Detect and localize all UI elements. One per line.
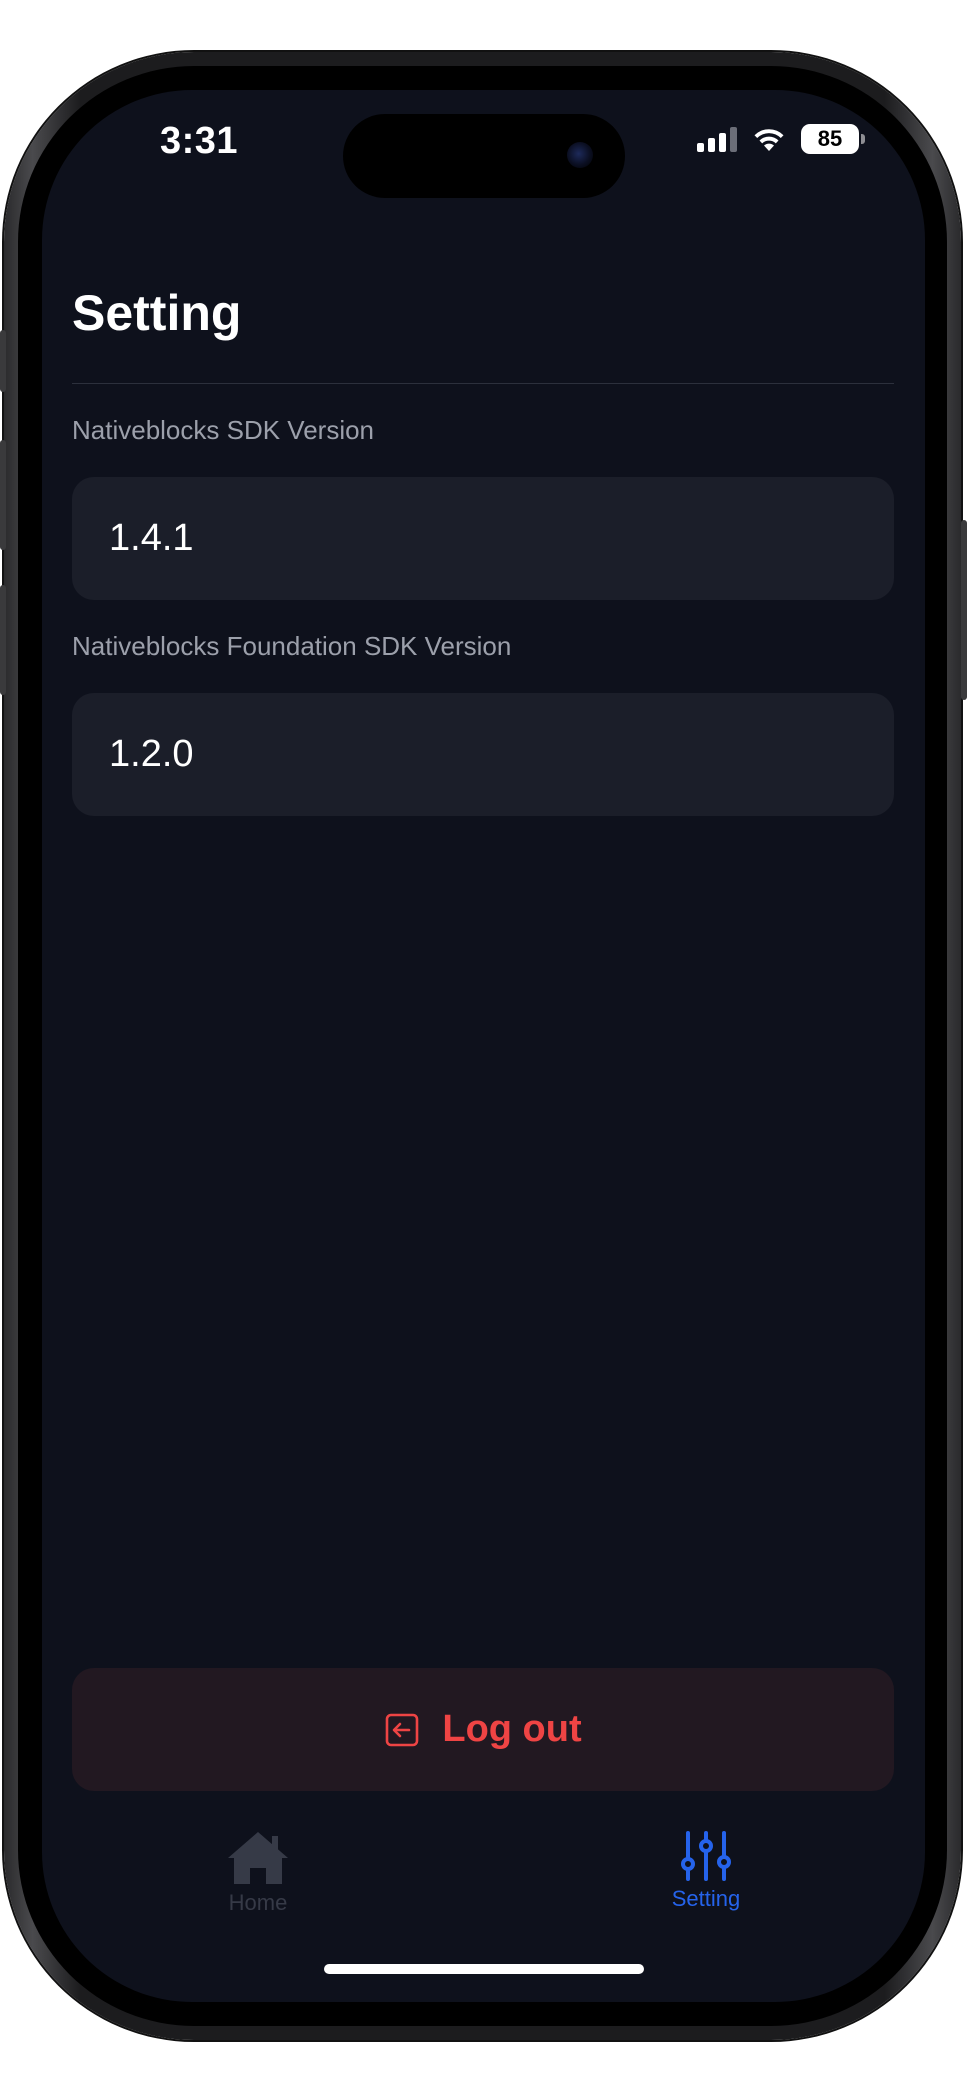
tab-setting-label: Setting bbox=[671, 1886, 741, 1911]
volume-up-button bbox=[0, 440, 6, 550]
sdk-version-value: 1.4.1 bbox=[109, 517, 194, 559]
logout-icon bbox=[386, 1713, 419, 1746]
tab-home-label: Home bbox=[228, 1890, 288, 1915]
dynamic-island bbox=[343, 114, 625, 198]
wifi-icon bbox=[754, 129, 784, 151]
cellular-signal-icon bbox=[697, 126, 737, 152]
status-indicators: 85 bbox=[697, 124, 865, 154]
status-time: 3:31 bbox=[160, 120, 239, 162]
camera-icon bbox=[567, 142, 593, 168]
foundation-sdk-version-label: Nativeblocks Foundation SDK Version bbox=[72, 631, 512, 661]
foundation-sdk-version-field: 1.2.0 bbox=[72, 693, 894, 816]
page-title: Setting bbox=[72, 285, 242, 341]
power-button bbox=[961, 520, 967, 700]
app-screen: 3:31 85 Setting Nativeblocks SDK Version… bbox=[42, 90, 925, 2002]
logout-label: Log out bbox=[442, 1708, 582, 1750]
title-divider bbox=[72, 383, 894, 384]
sdk-version-field: 1.4.1 bbox=[72, 477, 894, 600]
tab-bar: Home Setting bbox=[42, 1830, 925, 1940]
home-icon bbox=[228, 1832, 288, 1884]
foundation-sdk-version-value: 1.2.0 bbox=[109, 733, 194, 775]
volume-down-button bbox=[0, 585, 6, 695]
home-indicator[interactable] bbox=[324, 1964, 644, 1974]
action-button bbox=[0, 330, 6, 392]
sdk-version-label: Nativeblocks SDK Version bbox=[72, 415, 375, 445]
battery-icon: 85 bbox=[801, 124, 865, 154]
tab-setting[interactable]: Setting bbox=[626, 1830, 786, 1912]
logout-button[interactable]: Log out bbox=[72, 1668, 894, 1791]
tab-home[interactable]: Home bbox=[178, 1830, 338, 1916]
sliders-icon bbox=[681, 1831, 731, 1881]
